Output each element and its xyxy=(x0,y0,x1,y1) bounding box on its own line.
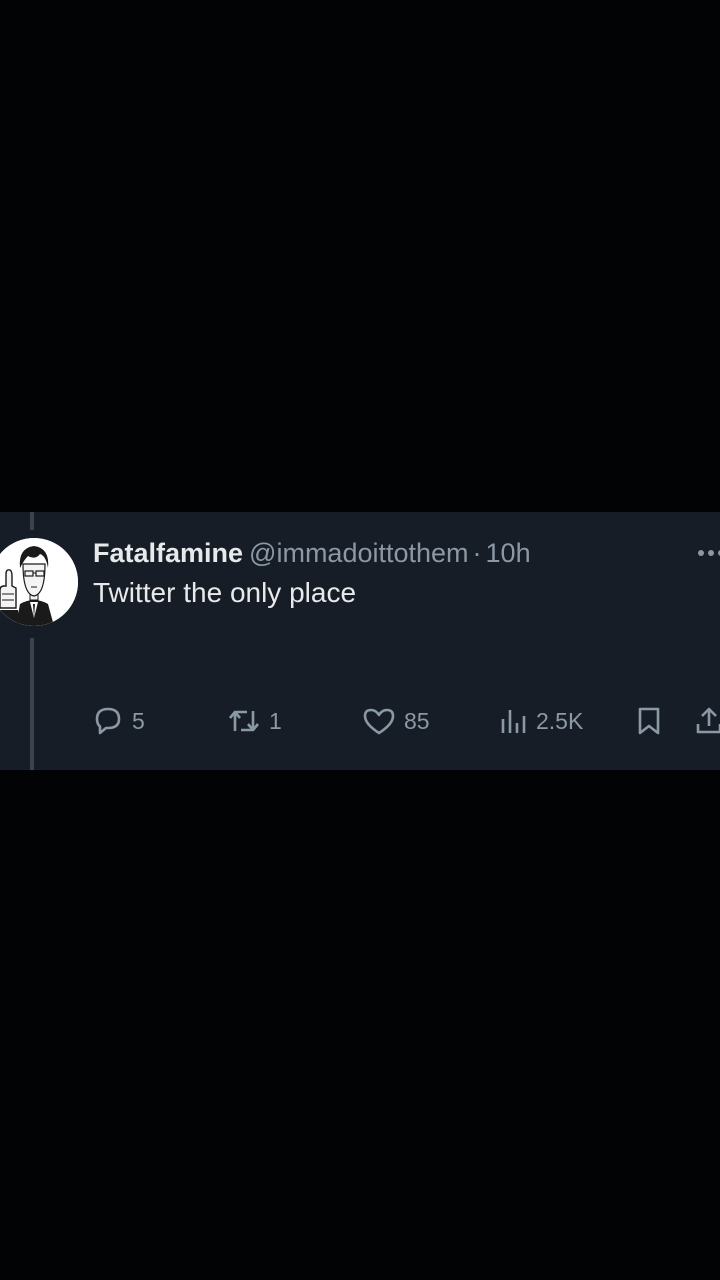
views-count: 2.5K xyxy=(536,707,584,734)
bookmark-icon xyxy=(638,707,660,735)
avatar-illustration xyxy=(0,538,78,626)
action-bar: 5 1 85 2.5K xyxy=(0,700,720,742)
tweet-header: Fatalfamine @immadoittothem · 10h xyxy=(93,534,720,572)
retweet-icon xyxy=(229,710,259,732)
tweet-card[interactable]: Fatalfamine @immadoittothem · 10h Twitter t… xyxy=(0,512,720,770)
bookmark-button[interactable] xyxy=(634,700,664,742)
retweet-button[interactable]: 1 xyxy=(227,700,282,742)
display-name[interactable]: Fatalfamine xyxy=(93,538,243,568)
more-dots-icon[interactable] xyxy=(696,548,720,558)
timestamp[interactable]: 10h xyxy=(486,538,531,568)
user-handle[interactable]: @immadoittothem xyxy=(249,538,468,568)
screen: Fatalfamine @immadoittothem · 10h Twitter t… xyxy=(0,0,720,1280)
separator-dot: · xyxy=(472,538,482,568)
tweet-text: Twitter the only place xyxy=(93,577,357,608)
views-button[interactable]: 2.5K xyxy=(498,700,583,742)
like-button[interactable]: 85 xyxy=(362,700,430,742)
reply-count: 5 xyxy=(132,707,145,734)
reply-bubble-icon xyxy=(95,707,121,735)
retweet-count: 1 xyxy=(269,707,282,734)
share-icon xyxy=(696,707,720,734)
avatar[interactable] xyxy=(0,538,78,626)
heart-icon xyxy=(363,708,395,735)
share-button[interactable] xyxy=(694,700,720,742)
like-count: 85 xyxy=(404,707,430,734)
reply-button[interactable]: 5 xyxy=(92,700,145,742)
views-bars-icon xyxy=(501,710,526,733)
thread-line-top xyxy=(30,512,34,530)
